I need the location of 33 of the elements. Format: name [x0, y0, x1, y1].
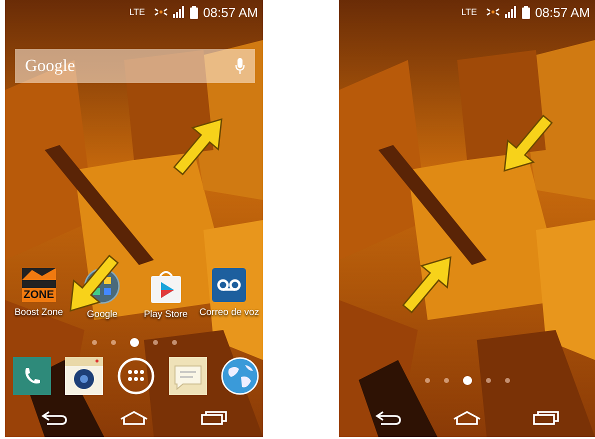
page-indicator-dot[interactable] [486, 378, 490, 383]
camera-icon[interactable] [65, 357, 103, 395]
page-indicator-dot[interactable] [424, 378, 430, 383]
signal-icon [173, 6, 186, 18]
clock: 08:57 AM [535, 4, 590, 20]
page-indicator-dot[interactable] [172, 340, 176, 345]
recent-apps-icon[interactable] [533, 411, 559, 425]
page-indicator-dot[interactable] [110, 340, 116, 345]
globe-icon[interactable] [221, 357, 259, 395]
sparkle-icon [154, 6, 168, 18]
sparkle-icon [486, 6, 500, 18]
back-icon[interactable] [375, 411, 401, 425]
boost-zone-icon[interactable]: ZONE [22, 268, 56, 302]
page-indicator-dot[interactable] [152, 340, 158, 345]
home-icon[interactable] [120, 411, 148, 425]
network-label: LTE [461, 7, 478, 17]
page-indicator-dot[interactable] [92, 340, 96, 345]
apps-icon[interactable] [117, 357, 155, 395]
play-store-icon[interactable] [148, 268, 183, 304]
battery-icon [522, 6, 530, 18]
phone-icon[interactable] [13, 357, 51, 395]
recent-apps-icon[interactable] [200, 411, 227, 425]
network-label: LTE [129, 7, 146, 17]
battery-icon [190, 6, 198, 18]
voicemail-icon[interactable] [212, 268, 246, 302]
app-label[interactable]: Play Store [144, 309, 188, 320]
clock: 08:57 AM [203, 4, 258, 20]
app-label[interactable]: Boost Zone [14, 307, 64, 318]
page-indicator-dot[interactable] [444, 378, 448, 383]
signal-icon [505, 6, 518, 18]
page-indicator-dot[interactable] [504, 378, 510, 383]
back-icon[interactable] [41, 411, 68, 425]
home-icon[interactable] [453, 411, 481, 425]
